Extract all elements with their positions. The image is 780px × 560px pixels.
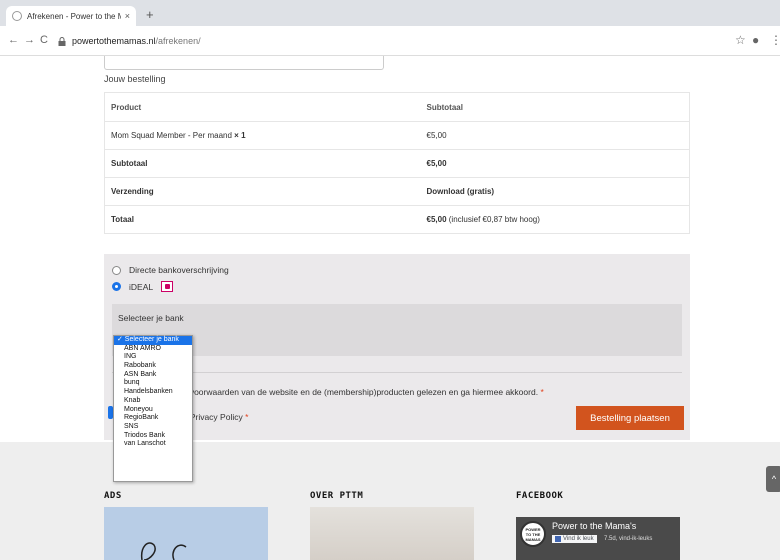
table-row: Verzending Download (gratis) (104, 177, 690, 206)
radio-ideal[interactable] (112, 282, 121, 291)
fb-like-count: 7.5d, vind-ik-leuks (604, 536, 653, 542)
terms-text: ne voorwaarden van de website en de (mem… (178, 387, 544, 397)
bank-option[interactable]: RegioBank (114, 414, 192, 423)
total-label: Totaal (104, 205, 421, 234)
order-table: Product Subtotaal Mom Squad Member - Per… (104, 92, 690, 234)
facebook-icon (555, 536, 561, 542)
bank-option[interactable]: Rabobank (114, 362, 192, 371)
payment-method-ideal[interactable]: iDEAL (112, 281, 174, 292)
tab-title: Afrekenen - Power to the Mam (27, 11, 121, 21)
bank-option[interactable]: Moneyou (114, 406, 192, 415)
table-row: Mom Squad Member - Per maand × 1 €5,00 (104, 121, 690, 150)
bank-transfer-label: Directe bankoverschrijving (129, 265, 229, 275)
pttm-title: OVER PTTM (310, 491, 364, 501)
divider (112, 372, 682, 373)
total-cell: €5,00 (inclusief €0,87 btw hoog) (420, 205, 690, 234)
lock-icon (58, 36, 66, 46)
bookmark-star-icon[interactable]: ☆ (735, 34, 746, 46)
bank-option[interactable]: Handelsbanken (114, 388, 192, 397)
table-row: Totaal €5,00 (inclusief €0,87 btw hoog) (104, 205, 690, 234)
tab-close-icon[interactable]: × (125, 11, 130, 21)
table-header-row: Product Subtotaal (105, 93, 690, 122)
fb-page-name[interactable]: Power to the Mama's (552, 521, 636, 531)
col-subtotal: Subtotaal (426, 102, 463, 112)
pttm-image[interactable] (310, 507, 474, 560)
ads-title: ADS (104, 491, 122, 501)
bank-option[interactable]: ASN Bank (114, 371, 192, 380)
subtotal-value: €5,00 (420, 149, 690, 178)
radio-bank-transfer[interactable] (112, 265, 121, 275)
ideal-label: iDEAL (129, 281, 154, 292)
total-note: (inclusief €0,87 btw hoog) (446, 215, 540, 224)
bank-option[interactable]: ABN AMRO (114, 345, 192, 354)
scroll-top-icon[interactable]: ^ (766, 466, 780, 492)
item-qty: × 1 (234, 131, 246, 140)
bank-option[interactable]: ING (114, 353, 192, 362)
favicon-icon (12, 11, 22, 21)
col-product: Product (111, 102, 142, 112)
partial-input-field[interactable] (104, 56, 384, 70)
url-path: /afrekenen/ (155, 36, 201, 46)
reload-icon[interactable]: C (40, 34, 48, 46)
shipping-label: Verzending (104, 177, 421, 206)
address-bar[interactable]: powertothemamas.nl/afrekenen/ (58, 31, 718, 51)
bank-dropdown-list[interactable]: ✓ Selecteer je bank ABN AMRO ING Rabobank AS… (113, 335, 193, 482)
ideal-logo-icon (161, 281, 174, 292)
url-host: powertothemamas.nl (72, 36, 156, 46)
bank-option[interactable]: Triodos Bank (114, 432, 192, 441)
place-order-button[interactable]: Bestelling plaatsen (576, 406, 684, 430)
browser-tab-bar: Afrekenen - Power to the Mam × + (0, 0, 780, 26)
facebook-widget[interactable]: POWER TO THE MAMAS Power to the Mama's Vin… (516, 517, 680, 560)
total-value: €5,00 (426, 215, 447, 224)
item-name: Mom Squad Member - Per maand (111, 131, 232, 140)
browser-toolbar: ← → C powertothemamas.nl/afrekenen/ ☆ ● … (0, 26, 780, 56)
bank-select-box: Selecteer je bank (112, 304, 682, 356)
item-price: €5,00 (420, 121, 690, 150)
facebook-title: FACEBOOK (516, 491, 564, 501)
bank-option[interactable]: Knab (114, 397, 192, 406)
table-row: Subtotaal €5,00 (104, 149, 690, 178)
payment-method-bank[interactable]: Directe bankoverschrijving (112, 265, 229, 275)
back-arrow-icon[interactable]: ← (8, 34, 19, 46)
forward-arrow-icon[interactable]: → (24, 34, 35, 46)
account-icon[interactable]: ● (752, 34, 759, 46)
bank-option[interactable]: ✓ Selecteer je bank (114, 336, 192, 345)
browser-tab[interactable]: Afrekenen - Power to the Mam × (6, 6, 136, 26)
new-tab-icon[interactable]: + (146, 8, 154, 22)
item-cell: Mom Squad Member - Per maand × 1 (104, 121, 421, 150)
shipping-value: Download (gratis) (420, 177, 690, 206)
select-bank-label: Selecteer je bank (118, 313, 184, 323)
order-heading: Jouw bestelling (104, 74, 166, 84)
menu-icon[interactable]: ⋮ (770, 34, 780, 46)
ads-image[interactable] (104, 507, 268, 560)
bank-option[interactable]: van Lanschot (114, 440, 192, 449)
fb-page-logo: POWER TO THE MAMAS (520, 521, 546, 547)
fb-like-button[interactable]: Vind ik leuk (552, 535, 597, 543)
ads-script-icon (140, 542, 187, 560)
subtotal-label: Subtotaal (104, 149, 421, 178)
bank-option[interactable]: SNS (114, 423, 192, 432)
bank-option[interactable]: bunq (114, 379, 192, 388)
